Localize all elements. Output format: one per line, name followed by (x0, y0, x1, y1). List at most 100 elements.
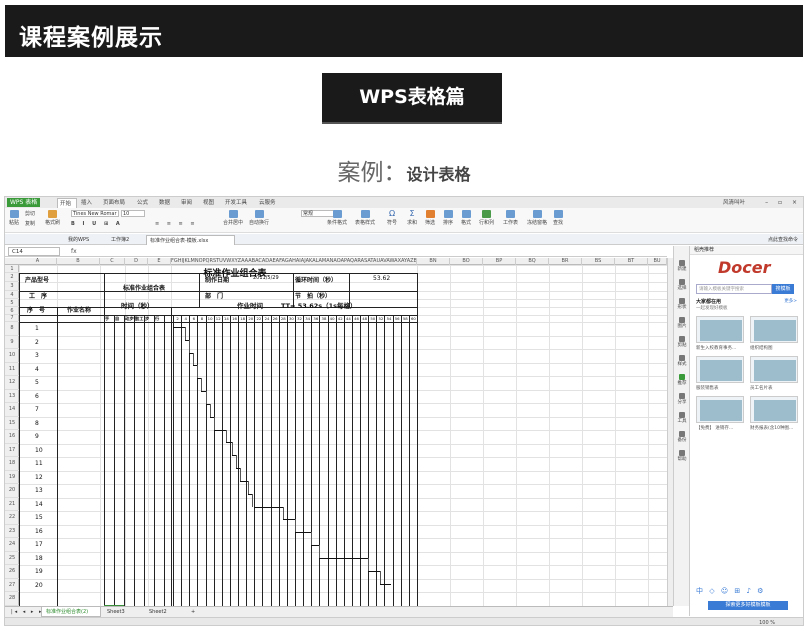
merge-button[interactable]: 合并居中 (223, 210, 243, 226)
template-bottom-icons[interactable]: 中 ◇ ☺ ⊞ ♪ ⚙ (696, 586, 800, 596)
row-header[interactable]: 19 (5, 471, 19, 484)
menu-tab[interactable]: 数据 (157, 198, 177, 208)
wps-logo-button[interactable]: WPS 表格 (7, 198, 41, 207)
row-header[interactable]: 24 (5, 538, 19, 552)
align-buttons[interactable]: ≡ ≡ ≡ ≡ (155, 221, 198, 227)
sum-button[interactable]: Σ 求和 (407, 210, 417, 227)
template-caption[interactable]: 财务报表(含10种图... (750, 425, 793, 431)
column-header[interactable]: BU (648, 258, 667, 265)
row-header[interactable]: 28 (5, 592, 19, 606)
template-thumbnail[interactable] (750, 396, 798, 423)
row-header[interactable]: 10 (5, 349, 19, 363)
sidebar-item[interactable]: 分享 (675, 393, 689, 405)
row-header[interactable]: 1 (5, 265, 19, 273)
menu-tab[interactable]: 视图 (201, 198, 221, 208)
column-header[interactable]: BQ (516, 258, 549, 265)
font-style-buttons[interactable]: B I U ⊞ A (71, 221, 123, 227)
template-thumbnail[interactable] (696, 396, 744, 423)
sheet-tab[interactable]: 标准作业组合表(2) (41, 607, 101, 617)
sidebar-item[interactable]: 备份 (675, 431, 689, 443)
sidebar-item[interactable]: 选择 (675, 279, 689, 291)
column-header[interactable]: BN (417, 258, 450, 265)
template-caption[interactable]: 员工名片表 (750, 385, 773, 391)
menu-tab[interactable]: 云服务 (257, 198, 283, 208)
row-header[interactable]: 5 (5, 299, 19, 307)
doc-tab[interactable]: 我的WPS (65, 235, 104, 245)
column-header[interactable]: BP (483, 258, 516, 265)
column-header[interactable]: E (148, 258, 171, 265)
row-header[interactable]: 11 (5, 363, 19, 376)
menu-tab[interactable]: 开始 (57, 198, 77, 208)
row-header[interactable]: 17 (5, 444, 19, 457)
column-header[interactable]: BR (549, 258, 582, 265)
menu-tab[interactable]: 页面布局 (101, 198, 133, 208)
doc-tab[interactable]: 工作簿2 (108, 235, 142, 245)
format-button[interactable]: 格式 (461, 210, 471, 226)
template-more-link[interactable]: 更多> (784, 298, 797, 304)
sheet-button[interactable]: 工作表 (503, 210, 518, 226)
sidebar-item[interactable]: 工具 (675, 412, 689, 424)
row-header[interactable]: 8 (5, 322, 19, 336)
freeze-button[interactable]: 冻结窗格 (527, 210, 547, 226)
row-header[interactable]: 9 (5, 336, 19, 349)
column-header[interactable]: BS (582, 258, 615, 265)
menu-tab[interactable]: 开发工具 (223, 198, 255, 208)
user-name[interactable]: 风清叫叶 (723, 198, 745, 208)
template-caption[interactable]: 【免费】 进销存... (696, 425, 733, 431)
row-header[interactable]: 20 (5, 484, 19, 498)
name-box[interactable]: C14 (8, 247, 60, 256)
explore-templates-button[interactable]: 探索更多好模板模板 (708, 601, 788, 610)
template-search-input[interactable]: 请输入模板关键字搜索 (696, 284, 772, 294)
copy-button[interactable]: 复制 (25, 220, 35, 227)
symbol-button[interactable]: Ω 符号 (387, 210, 397, 227)
wrap-button[interactable]: 自动换行 (249, 210, 269, 226)
sidebar-item[interactable]: 图片 (675, 317, 689, 329)
format-painter-button[interactable]: 格式刷 (45, 210, 60, 226)
row-header[interactable]: 22 (5, 511, 19, 525)
row-header[interactable]: 7 (5, 315, 19, 322)
template-thumbnail[interactable] (750, 316, 798, 343)
sidebar-item[interactable]: 形状 (675, 298, 689, 310)
sidebar-item[interactable]: 样式 (675, 355, 689, 367)
column-header[interactable]: D (125, 258, 148, 265)
row-header[interactable]: 23 (5, 525, 19, 538)
menu-tab[interactable]: 公式 (135, 198, 155, 208)
row-header[interactable]: 12 (5, 376, 19, 390)
fx-icon[interactable]: fx (71, 247, 77, 256)
template-search-button[interactable]: 搜模板 (772, 284, 794, 294)
font-size-select[interactable]: 10 (121, 210, 145, 217)
template-thumbnail[interactable] (750, 356, 798, 383)
row-header[interactable]: 4 (5, 291, 19, 299)
cut-button[interactable]: 剪切 (25, 210, 35, 217)
menu-tab[interactable]: 审阅 (179, 198, 199, 208)
template-caption[interactable]: 新生入校教育事务... (696, 345, 736, 351)
paste-button[interactable]: 粘贴 (9, 210, 19, 226)
doc-tab[interactable]: 标准作业组合表-模板.xlsx (146, 235, 235, 245)
window-controls[interactable]: – ▫ × (765, 198, 801, 208)
column-header[interactable]: BO (450, 258, 483, 265)
template-caption[interactable]: 服装销售表 (696, 385, 719, 391)
sidebar-item[interactable]: 帮助 (675, 450, 689, 462)
row-header[interactable]: 3 (5, 282, 19, 291)
row-header[interactable]: 2 (5, 273, 19, 282)
row-header[interactable]: 6 (5, 307, 19, 315)
sidebar-item[interactable]: 推荐 (675, 374, 689, 386)
rowcol-button[interactable]: 行和列 (479, 210, 494, 226)
cond-format-button[interactable]: 条件格式 (327, 210, 347, 226)
column-header[interactable]: C (100, 258, 125, 265)
font-select[interactable]: Tines New Romar (71, 210, 119, 217)
template-caption[interactable]: 组织结构图 (750, 345, 773, 351)
row-header[interactable]: 26 (5, 565, 19, 579)
sort-button[interactable]: 排序 (443, 210, 453, 226)
sheet-tab[interactable]: Sheet3 (103, 607, 143, 617)
row-header[interactable]: 15 (5, 417, 19, 430)
sheet-tab[interactable]: Sheet2 (145, 607, 185, 617)
column-header[interactable]: B (57, 258, 100, 265)
sidebar-item[interactable]: 新建 (675, 260, 689, 272)
row-header[interactable]: 18 (5, 457, 19, 471)
spreadsheet-grid[interactable]: A B C D E FGHIJKLMNOPQRSTUVWXYZAAABACADAEAFAG… (5, 258, 667, 606)
menu-tab[interactable]: 插入 (79, 198, 99, 208)
row-header[interactable]: 27 (5, 579, 19, 592)
column-header[interactable]: BT (615, 258, 648, 265)
sidebar-item[interactable]: 剪贴 (675, 336, 689, 348)
